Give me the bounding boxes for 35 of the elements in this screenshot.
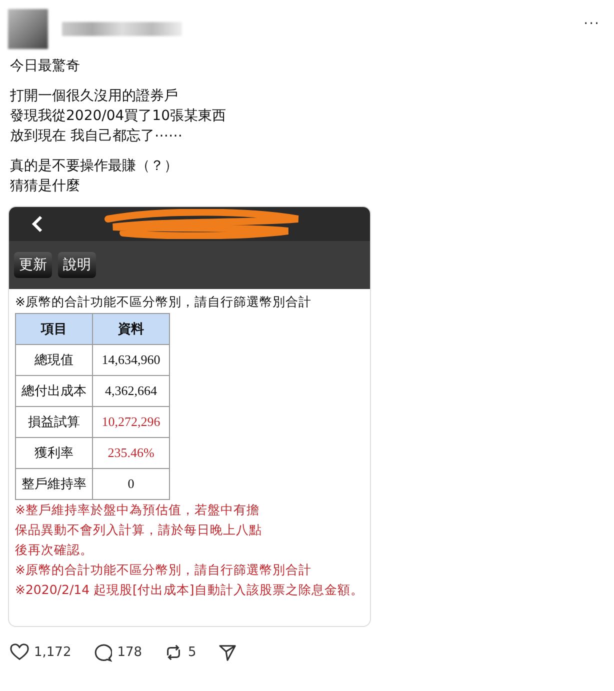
count-text: 178: [117, 645, 142, 660]
note-text: ※2020/2/14 起現股[付出成本]自動計入該股票之除息金額。: [15, 581, 364, 599]
table-cell: 0: [92, 468, 170, 500]
table-cell: 4,362,664: [92, 376, 170, 406]
column-header: 資料: [92, 314, 170, 344]
table-cell: 總付出成本: [16, 376, 92, 406]
heart-icon[interactable]: [10, 643, 29, 662]
speech-bubble-icon[interactable]: [93, 643, 112, 662]
send-icon[interactable]: [218, 643, 238, 662]
avatar[interactable]: [8, 9, 48, 49]
more-button[interactable]: ···: [584, 16, 600, 32]
note-text: ※原幣的合計功能不區分幣別，請自行篩選幣別合計: [15, 561, 312, 579]
app-button[interactable]: 說明: [58, 252, 96, 278]
count-text: 1,172: [34, 645, 72, 660]
post-text: 打開一個很久沒用的證券戶: [10, 87, 179, 106]
table-cell: 整戶維持率: [16, 468, 92, 500]
post-text: 發現我從2020/04買了10張某東西: [10, 107, 227, 126]
table-cell: 獲利率: [16, 438, 92, 468]
note-text: 保品異動不會列入計算，請於每日晚上八點: [15, 521, 263, 539]
table-cell: 總現值: [16, 344, 92, 376]
post-text: 真的是不要操作最賺（？）: [10, 157, 179, 176]
post-text: 放到現在 我自己都忘了⋯⋯: [10, 127, 184, 146]
table-cell: 235.46%: [92, 438, 170, 468]
app-button[interactable]: 更新: [14, 252, 52, 278]
post-text: 猜猜是什麼: [10, 177, 81, 196]
back-icon[interactable]: [31, 215, 43, 233]
table-cell: 損益試算: [16, 406, 92, 438]
notice-text: ※原幣的合計功能不區分幣別，請自行篩選幣別合計: [15, 293, 312, 311]
count-text: 5: [188, 645, 196, 660]
note-text: 後再次確認。: [15, 541, 94, 559]
column-header: 項目: [16, 314, 92, 344]
table-cell: 10,272,296: [92, 406, 170, 438]
table-cell: 14,634,960: [92, 344, 170, 376]
post-text: 今日最驚奇: [10, 57, 81, 76]
note-text: ※整戶維持率於盤中為預估值，若盤中有擔: [15, 501, 260, 519]
